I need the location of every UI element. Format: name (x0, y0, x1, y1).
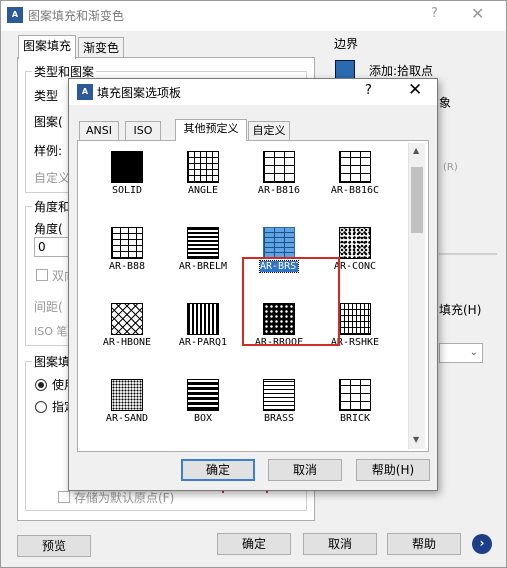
pattern-name-label: AR-B816C (330, 185, 380, 196)
popup-cancel-button[interactable]: 取消 (268, 459, 342, 481)
pattern-name-label: AR-SAND (105, 413, 149, 424)
use-current-origin-radio[interactable] (35, 379, 47, 391)
popup-close-icon[interactable]: ✕ (408, 80, 422, 100)
hatch-pattern-palette-dialog: A 填充图案选项板 ? ✕ ANSI ISO 其他预定义 自定义 SOLID AN… (68, 78, 438, 491)
right-group-edge (439, 253, 497, 255)
pattern-item-ar-parq1[interactable]: AR-PARQ1 (167, 301, 237, 371)
scroll-up-icon[interactable]: ▲ (413, 146, 419, 155)
popup-help-button[interactable]: 帮助(H) (356, 459, 430, 481)
pattern-swatch (111, 303, 143, 335)
tab-custom[interactable]: 自定义 (248, 121, 290, 140)
selection-highlight-box (242, 257, 340, 346)
right-dropdown[interactable]: ⌄ (439, 343, 483, 363)
pattern-item-ar-hbone[interactable]: AR-HBONE (91, 301, 161, 371)
popup-ok-button[interactable]: 确定 (181, 459, 255, 481)
right-fragment-r: (R) (443, 162, 458, 173)
pattern-swatch (339, 303, 371, 335)
scrollbar-thumb[interactable] (411, 167, 423, 233)
tab-iso[interactable]: ISO (125, 121, 161, 140)
pattern-name-label: SOLID (111, 185, 143, 196)
custom-label: 自定义 (34, 171, 71, 185)
close-icon[interactable]: ✕ (471, 4, 484, 23)
angle-group-title: 角度和 (32, 198, 73, 215)
preview-button[interactable]: 预览 (17, 535, 91, 557)
pattern-swatch (111, 379, 143, 411)
popup-titlebar: A 填充图案选项板 ? ✕ (69, 79, 437, 105)
pattern-item-angle[interactable]: ANGLE (167, 149, 237, 219)
pattern-item-ar-b816[interactable]: AR-B816 (243, 149, 313, 219)
store-default-checkbox[interactable] (58, 491, 70, 503)
pattern-swatch (339, 227, 371, 259)
pattern-swatch (111, 227, 143, 259)
pattern-scrollbar[interactable]: ▲ ▼ (408, 143, 425, 449)
pattern-name-label: AR-BRELM (178, 261, 228, 272)
pattern-swatch (263, 379, 295, 411)
pattern-item-brass[interactable]: BRASS (243, 377, 313, 447)
pattern-item-ar-brelm[interactable]: AR-BRELM (167, 225, 237, 295)
help-icon[interactable]: ? (431, 6, 438, 21)
pattern-swatch (187, 227, 219, 259)
help-button[interactable]: 帮助 (387, 533, 461, 555)
pattern-swatch (187, 303, 219, 335)
pattern-swatch (111, 151, 143, 183)
pattern-name-label: BRASS (263, 413, 295, 424)
cancel-button[interactable]: 取消 (303, 533, 377, 555)
sample-label: 样例: (34, 144, 63, 158)
popup-help-icon[interactable]: ? (365, 83, 372, 98)
pattern-name-label: AR-PARQ1 (178, 337, 228, 348)
pattern-swatch (187, 151, 219, 183)
specified-origin-radio[interactable] (35, 401, 47, 413)
pattern-name-label: AR-HBONE (102, 337, 152, 348)
pattern-item-solid[interactable]: SOLID (91, 149, 161, 219)
tab-hatch[interactable]: 图案填充 (18, 35, 77, 59)
scroll-down-icon[interactable]: ▼ (413, 435, 419, 444)
pattern-name-label: ANGLE (187, 185, 219, 196)
add-pick-points-label[interactable]: 添加:拾取点 (369, 62, 433, 79)
pattern-swatch (263, 227, 295, 259)
pattern-name-label: AR-B88 (108, 261, 146, 272)
pattern-name-label: AR-B816 (257, 185, 301, 196)
iso-pen-label: ISO 笔 (34, 325, 68, 338)
pattern-item-ar-b816c[interactable]: AR-B816C (319, 149, 389, 219)
tab-ansi[interactable]: ANSI (79, 121, 119, 140)
store-default-label: 存储为默认原点(F) (74, 491, 175, 505)
pattern-item-box[interactable]: BOX (167, 377, 237, 447)
autocad-app-icon: A (7, 7, 23, 23)
pattern-name-label: BRICK (339, 413, 371, 424)
main-title: 图案填充和渐变色 (28, 9, 125, 23)
right-fragment-objects: 象 (439, 96, 452, 110)
pattern-swatch (187, 379, 219, 411)
autocad-app-icon: A (77, 84, 93, 100)
pattern-label: 图案( (34, 115, 63, 129)
pattern-swatch (263, 151, 295, 183)
pattern-swatch (339, 379, 371, 411)
pattern-item-ar-b88[interactable]: AR-B88 (91, 225, 161, 295)
chevron-down-icon: ⌄ (469, 347, 478, 358)
more-options-icon[interactable]: › (472, 534, 492, 554)
origin-group-title: 图案填 (32, 353, 73, 370)
main-titlebar: A 图案填充和渐变色 ? ✕ (1, 1, 506, 31)
pattern-panel: SOLID ANGLE AR-B816 AR-B816C AR-B88 AR-BRELM A… (77, 140, 429, 452)
pick-points-icon[interactable] (335, 60, 355, 80)
tab-other-predefined[interactable]: 其他预定义 (175, 119, 247, 141)
right-fragment-fill: 填充(H) (439, 303, 482, 317)
boundary-group-title: 边界 (334, 37, 359, 51)
pattern-item-ar-sand[interactable]: AR-SAND (91, 377, 161, 447)
double-checkbox[interactable] (36, 269, 48, 281)
pattern-name-label: BOX (193, 413, 213, 424)
pattern-item-brick[interactable]: BRICK (319, 377, 389, 447)
popup-title: 填充图案选项板 (97, 86, 182, 100)
spacing-label: 间距( (34, 300, 63, 314)
type-label: 类型 (34, 89, 59, 103)
ok-button[interactable]: 确定 (217, 533, 291, 555)
pattern-swatch (339, 151, 371, 183)
angle-label: 角度( (34, 222, 63, 236)
tab-gradient[interactable]: 渐变色 (78, 37, 125, 59)
